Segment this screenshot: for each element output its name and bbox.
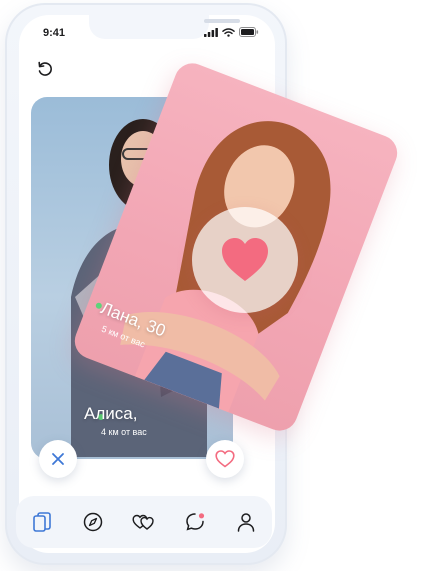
dislike-button[interactable] [39, 440, 77, 478]
chat-icon [186, 513, 205, 531]
nav-matches[interactable] [130, 508, 158, 536]
undo-button[interactable] [35, 59, 55, 79]
status-icons [204, 27, 259, 37]
notch [89, 15, 240, 39]
heart-outline-icon [215, 450, 235, 468]
battery-icon [239, 27, 259, 37]
nav-profile[interactable] [232, 508, 260, 536]
undo-icon [38, 61, 52, 76]
alisa-distance: 4 км от вас [101, 427, 147, 437]
profile-icon [238, 513, 255, 532]
heart-filled-icon [222, 238, 268, 281]
nav-explore[interactable] [79, 508, 107, 536]
nav-chat[interactable] [181, 508, 209, 536]
stage: 9:41 Алиса, 4 км от вас Лана, 30 5 км от… [0, 0, 433, 571]
nav-cards[interactable] [28, 508, 56, 536]
wifi-icon [222, 27, 235, 37]
bottom-nav [16, 496, 272, 548]
hearts-icon [132, 514, 154, 530]
compass-icon [83, 512, 103, 532]
alisa-name: Алиса, [84, 404, 138, 423]
signal-icon [204, 27, 218, 37]
speaker [204, 19, 240, 23]
like-indicator [192, 207, 298, 313]
close-icon [52, 453, 64, 465]
status-time: 9:41 [43, 27, 66, 39]
cards-icon [32, 512, 51, 532]
like-button[interactable] [206, 440, 244, 478]
